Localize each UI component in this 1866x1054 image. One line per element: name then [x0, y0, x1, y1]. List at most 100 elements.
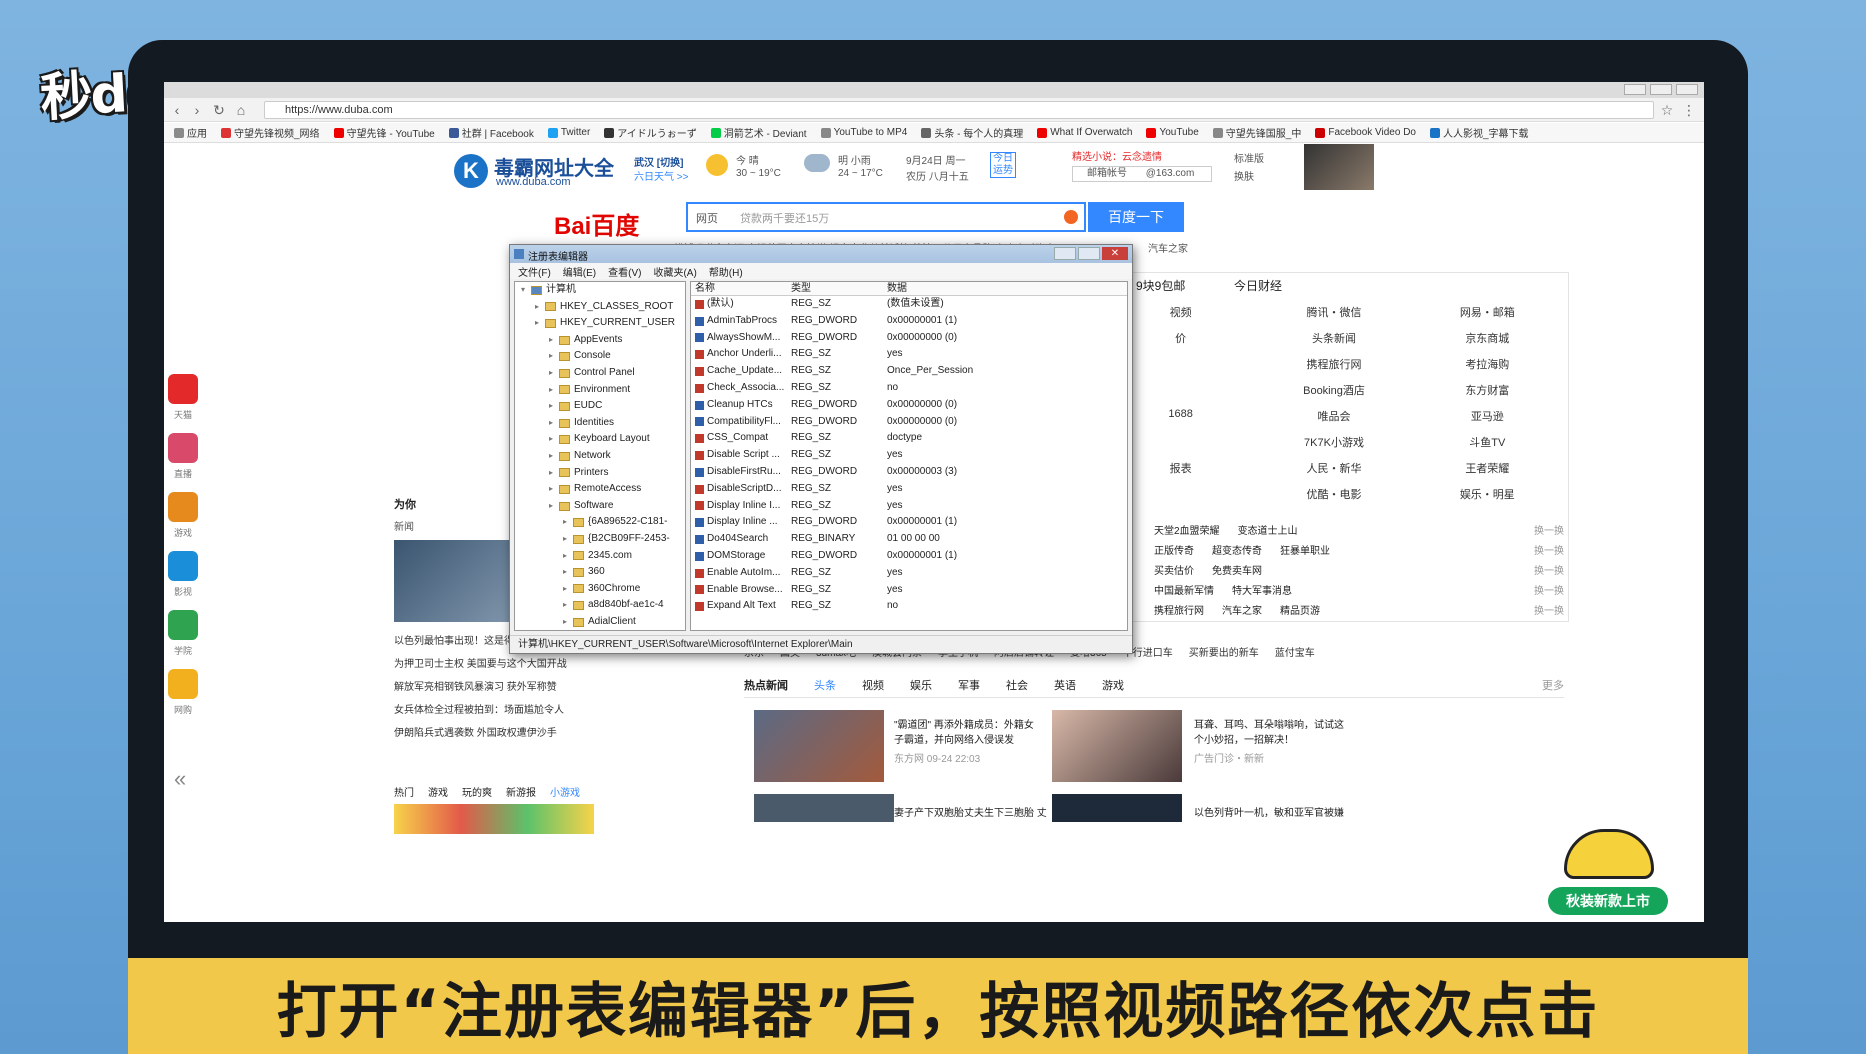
tree-node[interactable]: ▸ Printers — [515, 465, 685, 482]
bookmark-item[interactable]: YouTube — [1146, 127, 1199, 138]
column-type[interactable]: 类型 — [791, 282, 887, 296]
registry-value-row[interactable]: Cleanup HTCs REG_DWORD 0x00000000 (0) — [691, 397, 1127, 414]
regedit-menu-item[interactable]: 收藏夹(A) — [653, 264, 696, 279]
left-tab[interactable]: 游戏 — [428, 784, 448, 799]
tab-9-9-free-shipping[interactable]: 9块9包邮 — [1136, 277, 1185, 294]
game-link[interactable]: 正版传奇 — [1154, 542, 1194, 562]
registry-value-row[interactable]: AdminTabProcs REG_DWORD 0x00000001 (1) — [691, 313, 1127, 330]
registry-value-row[interactable]: DisableScriptD... REG_SZ yes — [691, 481, 1127, 498]
search-suggest-icon[interactable] — [1064, 210, 1078, 224]
bookmark-item[interactable]: 洞箭艺术 - Deviant — [710, 125, 807, 140]
bookmark-item[interactable]: 守望先锋 - YouTube — [333, 125, 435, 140]
site-link[interactable]: 京东商城 — [1411, 330, 1564, 346]
game-link[interactable]: 天堂2血盟荣耀 — [1154, 522, 1220, 542]
promo-widget[interactable]: 秋装新款上市 — [1524, 829, 1694, 922]
maximize-button[interactable] — [1650, 84, 1672, 95]
site-link[interactable]: 唯品会 — [1257, 408, 1410, 424]
bookmark-star-icon[interactable]: ☆ — [1658, 101, 1676, 119]
forward-icon[interactable]: › — [188, 101, 206, 119]
expand-icon[interactable]: ▸ — [563, 564, 571, 581]
expand-icon[interactable]: ▸ — [549, 481, 557, 498]
news-thumbnail[interactable] — [1052, 794, 1182, 822]
tree-node[interactable]: ▸ 360 — [515, 564, 685, 581]
registry-value-row[interactable]: Expand Alt Text REG_SZ no — [691, 598, 1127, 615]
news-thumbnail[interactable] — [754, 794, 894, 822]
baidu-logo[interactable]: Bai百度 — [554, 206, 639, 241]
tree-node[interactable]: ▸ Software — [515, 498, 685, 515]
news-headline[interactable]: 伊朗陷兵式遇袭数 外国政权遭伊沙手 — [394, 724, 574, 739]
expand-icon[interactable]: ▸ — [549, 465, 557, 482]
ad-link[interactable]: 买新要出的新车 — [1189, 644, 1259, 659]
site-link[interactable]: 亚马逊 — [1411, 408, 1564, 424]
bookmark-item[interactable]: 守望先锋视频_网络 — [221, 125, 320, 140]
site-link[interactable]: 人民・新华 — [1257, 460, 1410, 476]
registry-value-row[interactable]: Enable AutoIm... REG_SZ yes — [691, 565, 1127, 582]
tab-finance-today[interactable]: 今日财经 — [1234, 277, 1282, 294]
duba-logo-icon[interactable]: K — [454, 154, 488, 188]
news-tab[interactable]: 头条 — [814, 677, 836, 693]
expand-icon[interactable]: ▸ — [563, 597, 571, 614]
side-app-1-icon[interactable] — [168, 374, 198, 404]
registry-value-row[interactable]: Do404Search REG_BINARY 01 00 00 00 — [691, 531, 1127, 548]
game-link[interactable]: 特大军事消息 — [1232, 582, 1292, 602]
expand-icon[interactable]: ▸ — [535, 299, 543, 316]
news-item-1[interactable]: "霸道团" 再添外籍成员：外籍女子霸道，并向网络入侵误发 东方网 09-24 2… — [894, 716, 1034, 765]
site-link[interactable]: Booking酒店 — [1257, 382, 1410, 398]
tree-node[interactable]: ▸ 360Chrome — [515, 581, 685, 598]
expand-icon[interactable]: ▸ — [549, 415, 557, 432]
regedit-maximize-button[interactable] — [1078, 247, 1100, 260]
site-link[interactable]: 优酷・电影 — [1257, 486, 1410, 502]
expand-icon[interactable]: ▸ — [549, 448, 557, 465]
regedit-close-button[interactable]: ✕ — [1102, 247, 1128, 260]
registry-value-row[interactable]: DOMStorage REG_DWORD 0x00000001 (1) — [691, 548, 1127, 565]
expand-icon[interactable]: ▸ — [549, 398, 557, 415]
expand-icon[interactable]: ▸ — [563, 581, 571, 598]
more-news-link[interactable]: 更多 — [1542, 677, 1564, 693]
hot-search-right[interactable]: 汽车之家 — [1148, 240, 1188, 255]
expand-icon[interactable]: ▸ — [549, 498, 557, 515]
mini-game-banner[interactable] — [394, 804, 594, 834]
tree-node[interactable]: ▸ Environment — [515, 382, 685, 399]
search-type-select[interactable]: 网页 — [696, 210, 718, 226]
minimize-button[interactable] — [1624, 84, 1646, 95]
expand-icon[interactable]: ▸ — [563, 514, 571, 531]
tree-node[interactable]: ▸ AdialClient — [515, 614, 685, 630]
refresh-link[interactable]: 换一换 — [1534, 582, 1564, 602]
tree-node[interactable]: ▸ HKEY_CURRENT_USER — [515, 315, 685, 332]
today-fortune-link[interactable]: 今日运势 — [990, 152, 1016, 178]
tree-node[interactable]: ▸ Keyboard Layout — [515, 431, 685, 448]
news-item-4[interactable]: 以色列背叶一机，敏和亚军官被嫌 — [1194, 804, 1344, 819]
side-app-6-icon[interactable] — [168, 669, 198, 699]
registry-value-row[interactable]: Enable Browse... REG_SZ yes — [691, 582, 1127, 599]
collapse-sidebar-icon[interactable]: « — [174, 766, 186, 792]
refresh-link[interactable]: 换一换 — [1534, 522, 1564, 542]
registry-editor-window[interactable]: 注册表编辑器 ✕ 文件(F) 编辑(E) 查看(V) 收藏夹(A) 帮助(H) ▾ 计算机… — [509, 244, 1133, 654]
bookmark-item[interactable]: 人人影视_字幕下载 — [1430, 125, 1529, 140]
game-link[interactable]: 免费卖车网 — [1212, 562, 1262, 582]
news-tab[interactable]: 娱乐 — [910, 677, 932, 693]
left-tab[interactable]: 玩的爽 — [462, 784, 492, 799]
side-app-4-icon[interactable] — [168, 551, 198, 581]
bookmark-item[interactable]: 守望先锋国服_中 — [1212, 125, 1301, 140]
regedit-menu-item[interactable]: 文件(F) — [518, 264, 551, 279]
novel-link[interactable]: 精选小说：云念遗情 — [1072, 148, 1162, 163]
back-icon[interactable]: ‹ — [168, 101, 186, 119]
site-link[interactable]: 携程旅行网 — [1257, 356, 1410, 372]
expand-icon[interactable]: ▸ — [549, 382, 557, 399]
side-app-5-icon[interactable] — [168, 610, 198, 640]
registry-value-row[interactable]: Disable Script ... REG_SZ yes — [691, 447, 1127, 464]
game-link[interactable]: 狂暴单职业 — [1280, 542, 1330, 562]
search-button[interactable]: 百度一下 — [1088, 202, 1184, 232]
tree-node[interactable]: ▸ AppEvents — [515, 332, 685, 349]
site-link[interactable]: 斗鱼TV — [1411, 434, 1564, 450]
news-tab[interactable]: 视频 — [862, 677, 884, 693]
news-item-3[interactable]: 妻子产下双胞胎丈夫生下三胞胎 丈 — [894, 804, 1047, 819]
refresh-link[interactable]: 换一换 — [1534, 542, 1564, 562]
news-tab[interactable]: 游戏 — [1102, 677, 1124, 693]
registry-value-row[interactable]: (默认) REG_SZ (数值未设置) — [691, 296, 1127, 313]
promo-button[interactable]: 秋装新款上市 — [1548, 887, 1668, 915]
expand-icon[interactable]: ▸ — [563, 531, 571, 548]
tree-node[interactable]: ▸ {B2CB09FF-2453- — [515, 531, 685, 548]
bookmark-item[interactable]: 头条 - 每个人的真理 — [921, 125, 1023, 140]
side-app-3-icon[interactable] — [168, 492, 198, 522]
